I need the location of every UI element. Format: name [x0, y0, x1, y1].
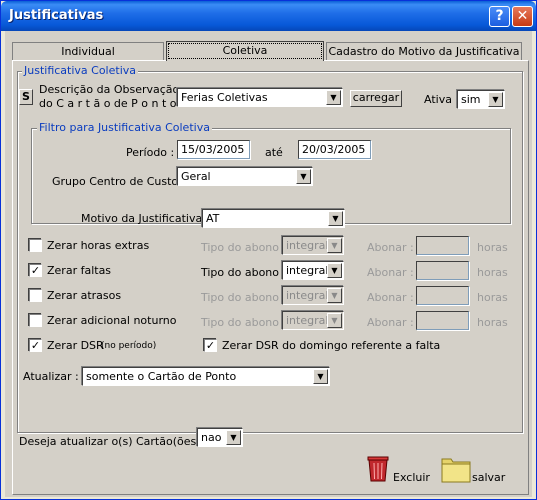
atualizar-label: Atualizar : — [23, 370, 79, 383]
abonar-input[interactable] — [416, 236, 469, 255]
ativa-label: Ativa : — [424, 93, 460, 106]
motivo-label: Motivo da Justificativa : — [81, 212, 210, 225]
zerar-dsr-checkbox[interactable]: ✓ — [29, 339, 42, 352]
tipo-abono-value: integral — [286, 264, 329, 277]
chevron-down-icon[interactable]: ▼ — [327, 313, 342, 328]
window-content: Individual Coletiva Cadastro do Motivo d… — [5, 31, 532, 497]
group-filtro-legend: Filtro para Justificativa Coletiva — [37, 121, 212, 134]
tipo-abono-label: Tipo do abono : — [201, 291, 287, 304]
zerar-faltas-checkbox[interactable]: ✓ — [29, 264, 42, 277]
periodo-fim-input[interactable]: 20/03/2005 — [298, 140, 371, 159]
abonar-label: Abonar : — [367, 316, 414, 329]
grupo-centro-custo-select[interactable]: Geral ▼ — [177, 167, 313, 186]
chevron-down-icon[interactable]: ▼ — [327, 263, 342, 278]
tipo-abono-value: integral — [286, 314, 329, 327]
grupo-centro-custo-value: Geral — [181, 170, 211, 183]
close-button[interactable]: ✕ — [512, 6, 533, 27]
tipo-abono-label: Tipo do abono : — [201, 316, 287, 329]
ate-label: até — [265, 146, 283, 159]
tipo-abono-label: Tipo do abono : — [201, 266, 287, 279]
horas-label: horas — [477, 316, 508, 329]
tipo-abono-label: Tipo do abono : — [201, 241, 287, 254]
tab-coletiva[interactable]: Coletiva — [166, 41, 324, 61]
zerar-dsr-domingo-checkbox[interactable]: ✓ — [204, 339, 217, 352]
tipo-abono-value: integral — [286, 289, 329, 302]
salvar-label: salvar — [472, 471, 506, 484]
title-bar: Justificativas ? ✕ — [1, 1, 536, 31]
chevron-down-icon[interactable]: ▼ — [488, 92, 503, 107]
excluir-button[interactable]: Excluir — [365, 453, 435, 484]
tab-individual[interactable]: Individual — [12, 42, 164, 61]
zerar-atrasos-label: Zerar atrasos — [47, 289, 122, 302]
chevron-down-icon[interactable]: ▼ — [296, 169, 311, 184]
abonar-label: Abonar : — [367, 291, 414, 304]
zerar-dsr-label: Zerar DSR — [47, 339, 104, 352]
motivo-select[interactable]: AT ▼ — [202, 209, 345, 228]
zerar-atrasos-checkbox[interactable] — [29, 289, 42, 302]
chevron-down-icon[interactable]: ▼ — [326, 90, 341, 105]
tab-cadastro-motivo[interactable]: Cadastro do Motivo da Justificativa — [326, 42, 522, 61]
ativa-select[interactable]: sim ▼ — [457, 90, 505, 109]
horas-label: horas — [477, 266, 508, 279]
descricao-select-value: Ferias Coletivas — [181, 91, 268, 104]
deseja-select-value: nao — [201, 431, 222, 444]
s-icon-button[interactable]: S — [19, 89, 33, 105]
descricao-select[interactable]: Ferias Coletivas ▼ — [177, 88, 343, 107]
zerar-dsr-domingo-label: Zerar DSR do domingo referente a falta — [222, 339, 441, 352]
zerar-horas-extras-checkbox[interactable] — [29, 239, 42, 252]
carregar-button[interactable]: carregar — [350, 90, 402, 107]
app-window: Justificativas ? ✕ Individual Coletiva C… — [0, 0, 537, 500]
deseja-label: Deseja atualizar o(s) Cartão(ões) ? — [19, 435, 210, 448]
tipo-abono-value: integral — [286, 239, 329, 252]
abonar-input[interactable] — [416, 286, 469, 305]
abonar-input[interactable] — [416, 311, 469, 330]
periodo-inicio-input[interactable]: 15/03/2005 — [177, 140, 250, 159]
chevron-down-icon[interactable]: ▼ — [327, 288, 342, 303]
zerar-dsr-sub-label: (no período) — [101, 341, 157, 351]
trash-icon — [367, 456, 389, 482]
abonar-label: Abonar : — [367, 241, 414, 254]
atualizar-select-value: somente o Cartão de Ponto — [86, 370, 237, 383]
descricao-label-line2: do C a r t ã o de P o n t o : — [39, 97, 184, 110]
chevron-down-icon[interactable]: ▼ — [328, 211, 343, 226]
chevron-down-icon[interactable]: ▼ — [226, 430, 241, 445]
ativa-select-value: sim — [461, 93, 481, 106]
folder-icon — [441, 458, 471, 483]
zerar-horas-extras-label: Zerar horas extras — [47, 239, 150, 252]
excluir-label: Excluir — [393, 471, 430, 484]
help-button[interactable]: ? — [489, 6, 510, 27]
horas-label: horas — [477, 241, 508, 254]
periodo-label: Período : — [126, 146, 175, 159]
salvar-button[interactable]: salvar — [441, 453, 511, 484]
tipo-abono-select[interactable]: integral ▼ — [282, 261, 344, 280]
deseja-select[interactable]: nao ▼ — [197, 428, 243, 447]
tab-panel-coletiva: Justificativa Coletiva S Descrição da Ob… — [12, 60, 529, 495]
zerar-adicional-noturno-checkbox[interactable] — [29, 314, 42, 327]
motivo-select-value: AT — [206, 212, 220, 225]
tipo-abono-select[interactable]: integral ▼ — [282, 236, 344, 255]
horas-label: horas — [477, 291, 508, 304]
zerar-faltas-label: Zerar faltas — [47, 264, 112, 277]
group-justificativa-coletiva-legend: Justificativa Coletiva — [22, 64, 139, 77]
abonar-label: Abonar : — [367, 266, 414, 279]
chevron-down-icon[interactable]: ▼ — [327, 238, 342, 253]
chevron-down-icon[interactable]: ▼ — [313, 369, 328, 384]
tipo-abono-select[interactable]: integral ▼ — [282, 286, 344, 305]
zerar-adicional-noturno-label: Zerar adicional noturno — [47, 314, 177, 327]
grupo-centro-custo-label: Grupo Centro de Custo : — [52, 175, 186, 188]
abonar-input[interactable] — [416, 261, 469, 280]
atualizar-select[interactable]: somente o Cartão de Ponto ▼ — [82, 367, 330, 386]
descricao-label-line1: Descrição da Observação — [39, 83, 180, 96]
tipo-abono-select[interactable]: integral ▼ — [282, 311, 344, 330]
window-title: Justificativas — [9, 8, 104, 23]
